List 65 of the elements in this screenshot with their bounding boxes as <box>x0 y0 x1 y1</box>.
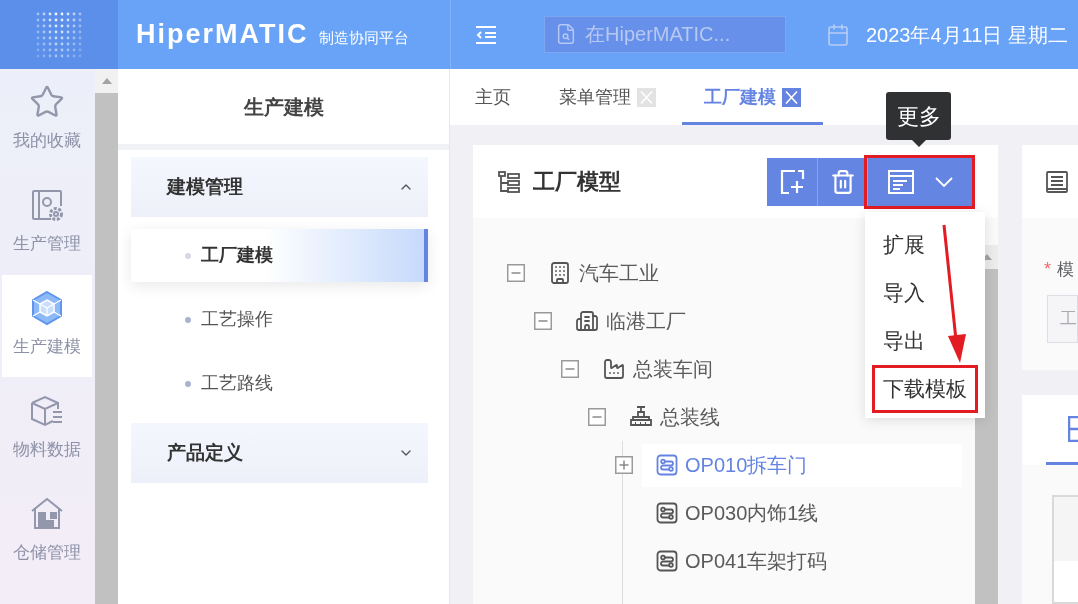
tree-node[interactable]: 总装车间 <box>588 347 727 391</box>
star-icon <box>29 84 65 120</box>
tree-node[interactable]: 总装线 <box>615 395 734 439</box>
sidebar-item[interactable]: 工厂建模 <box>131 229 428 282</box>
menu-item[interactable]: 下载模板 <box>875 368 975 410</box>
chevron-down-icon <box>935 176 953 187</box>
tab[interactable]: 工厂建模 <box>682 69 823 125</box>
menu-item[interactable]: 导出 <box>875 320 975 362</box>
tree-node[interactable]: 汽车工业 <box>534 251 673 295</box>
logo-tagline: 制造协同平台 <box>318 30 409 45</box>
tree-node[interactable]: OP030内饰1线 <box>642 491 833 535</box>
sidebar-item[interactable]: 工艺路线 <box>131 357 428 410</box>
menu-item[interactable]: 扩展 <box>875 224 975 266</box>
bullet-icon <box>185 380 191 387</box>
search-icon <box>555 23 577 45</box>
workflow-icon <box>656 550 678 572</box>
add-icon <box>779 168 805 195</box>
workflow-icon <box>656 502 678 524</box>
grid-icon <box>1068 415 1078 442</box>
tab[interactable]: 菜单管理 <box>537 69 678 125</box>
collapse-toggle[interactable] <box>561 360 579 378</box>
field-label: 模 <box>1057 260 1074 278</box>
workflow-icon <box>656 454 678 476</box>
card-title: 工厂模型 <box>533 168 621 196</box>
scrollbar-thumb[interactable] <box>95 93 118 604</box>
tab[interactable]: 主页 <box>453 69 533 125</box>
logo-wordmark: HiperMATIC <box>136 21 309 48</box>
delete-button[interactable] <box>817 157 867 206</box>
factory-icon <box>602 357 626 381</box>
menu-item[interactable]: 导入 <box>875 272 975 314</box>
cube-icon <box>29 290 65 326</box>
collapse-toggle[interactable] <box>534 312 552 330</box>
sidebar-item[interactable]: 工艺操作 <box>131 293 428 346</box>
bullet-icon <box>185 252 191 259</box>
tree-node[interactable]: 临港工厂 <box>561 299 700 343</box>
box-icon <box>29 393 65 429</box>
collapse-toggle[interactable] <box>507 264 525 282</box>
list-icon <box>1045 169 1069 194</box>
tooltip: 更多 <box>886 92 951 147</box>
conveyor-icon <box>629 405 653 429</box>
outdent-icon <box>475 25 497 44</box>
sidebar-group-header[interactable]: 产品定义 <box>131 423 428 483</box>
tree-node[interactable]: OP041车架打码 <box>642 539 842 583</box>
gear-frame-icon <box>29 187 65 223</box>
sidebar-title: 生产建模 <box>242 94 325 120</box>
building-icon <box>575 309 599 333</box>
hierarchy-icon <box>497 169 521 194</box>
required-mark: * <box>1044 260 1051 278</box>
sidebar-group-header[interactable]: 建模管理 <box>131 157 428 217</box>
add-button[interactable] <box>767 157 817 206</box>
document-icon <box>887 168 915 195</box>
scroll-up-button[interactable] <box>95 69 118 93</box>
close-icon[interactable] <box>782 87 801 107</box>
expand-toggle[interactable] <box>615 456 633 474</box>
collapse-toggle[interactable] <box>588 408 606 426</box>
trash-icon <box>829 168 856 195</box>
office-building-icon <box>548 261 572 285</box>
calendar-icon <box>826 22 850 47</box>
tree-node[interactable]: OP010拆车门 <box>642 443 962 487</box>
search-field[interactable]: 在HiperMATIC... <box>544 16 786 53</box>
triangle-up-icon <box>101 78 112 84</box>
date-text: 2023年4月11日 星期二 <box>866 22 1068 48</box>
house-icon <box>29 496 65 532</box>
bullet-icon <box>185 316 191 323</box>
dot-grid-icon <box>35 10 83 59</box>
